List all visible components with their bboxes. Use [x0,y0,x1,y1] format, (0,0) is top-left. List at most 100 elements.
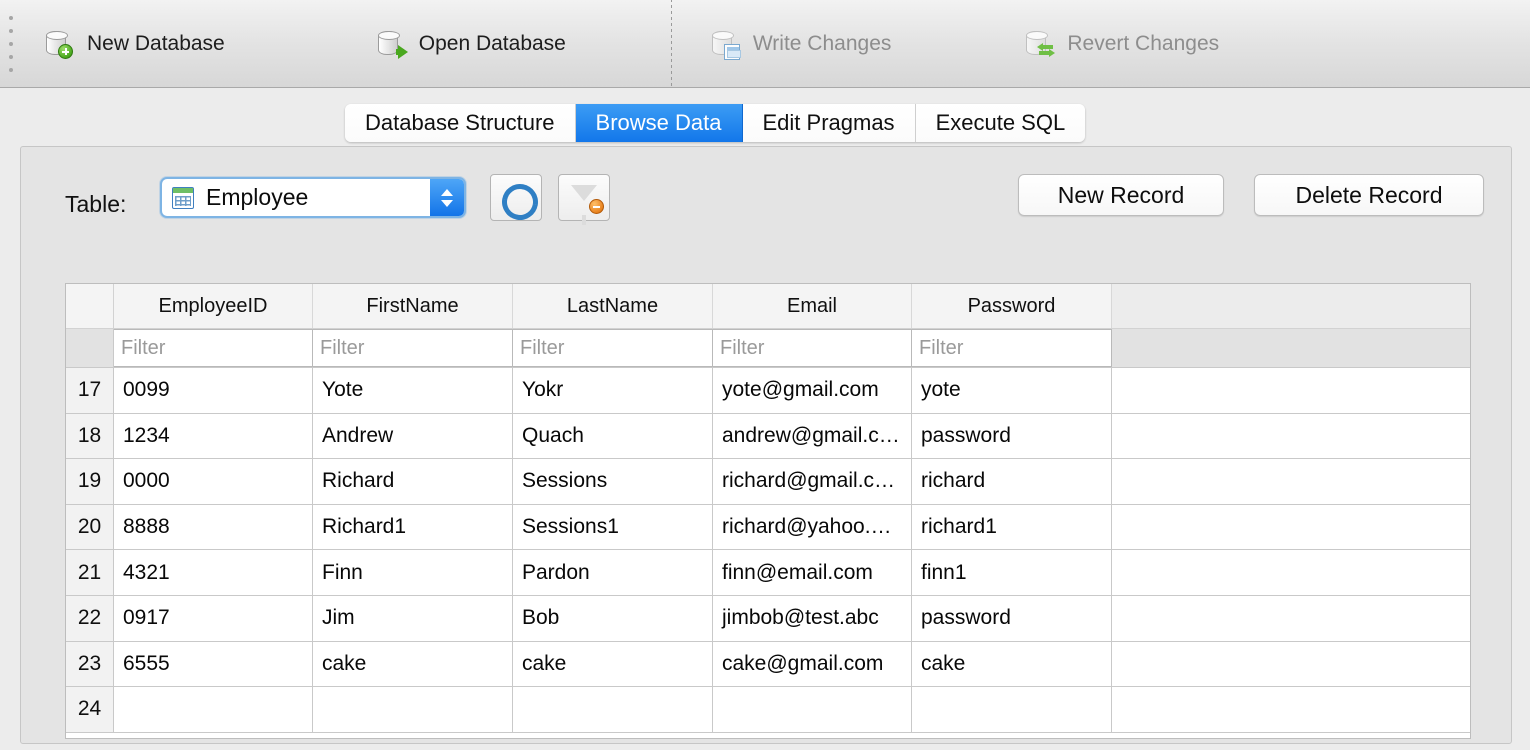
table-cell-lastname[interactable] [513,687,713,732]
table-row[interactable]: 21 4321 Finn Pardon finn@email.com finn1 [66,550,1470,596]
table-cell-email[interactable]: finn@email.com [713,550,912,595]
table-row[interactable]: 22 0917 Jim Bob jimbob@test.abc password [66,595,1470,642]
column-header-password[interactable]: Password [912,284,1112,328]
table-cell-firstname[interactable]: Yote [313,368,513,413]
table-row[interactable]: 23 6555 cake cake cake@gmail.com cake [66,641,1470,688]
open-database-button[interactable]: Open Database [368,0,572,88]
table-row[interactable]: 18 1234 Andrew Quach andrew@gmail.c… password [66,413,1470,460]
table-cell-employeeid[interactable]: 0000 [114,459,313,504]
table-row[interactable]: 19 0000 Richard Sessions richard@gmail.c… ric… [66,459,1470,505]
table-cell-email[interactable]: richard@yahoo.… [713,504,912,550]
open-database-icon [374,27,408,61]
table-cell-password[interactable]: richard1 [912,504,1112,550]
table-cell-lastname[interactable]: Sessions1 [513,504,713,550]
revert-changes-button[interactable]: Revert Changes [1016,0,1225,88]
table-cell-firstname[interactable]: Richard [313,459,513,504]
table-cell-email[interactable]: andrew@gmail.c… [713,413,912,459]
table-cell-password[interactable]: richard [912,459,1112,504]
toolbar-drag-handle[interactable] [0,0,22,88]
new-record-button[interactable]: New Record [1018,174,1224,216]
table-cell-employeeid[interactable]: 1234 [114,413,313,459]
table-cell-employeeid[interactable]: 4321 [114,550,313,595]
grip-dot [9,67,13,72]
tab-browse-data[interactable]: Browse Data [575,104,743,142]
filter-cell-firstname[interactable] [313,329,513,367]
new-database-button[interactable]: New Database [36,0,231,88]
new-database-icon [42,27,76,61]
table-label: Table: [65,191,127,217]
column-header-firstname[interactable]: FirstName [313,284,513,328]
table-cell-password[interactable]: finn1 [912,550,1112,595]
filter-cell-email[interactable] [713,329,912,367]
grip-dot [9,54,13,59]
table-cell-password[interactable]: password [912,413,1112,459]
tab-execute-sql[interactable]: Execute SQL [915,104,1086,142]
column-header-email[interactable]: Email [713,284,912,328]
table-row[interactable]: 24 [66,687,1470,733]
filter-input-password[interactable] [912,330,1111,366]
table-cell-firstname[interactable]: Andrew [313,413,513,459]
table-row[interactable]: 17 0099 Yote Yokr yote@gmail.com yote [66,368,1470,414]
table-cell-lastname[interactable]: Quach [513,413,713,459]
table-cell-email[interactable]: jimbob@test.abc [713,595,912,641]
row-number[interactable]: 23 [66,641,114,687]
filter-cell-employeeid[interactable] [114,329,313,367]
column-header-employeeid[interactable]: EmployeeID [114,284,313,328]
table-cell-lastname[interactable]: Bob [513,595,713,641]
table-cell-lastname[interactable]: Yokr [513,368,713,413]
delete-record-button[interactable]: Delete Record [1254,174,1484,216]
row-filler [1112,550,1470,595]
table-cell-firstname[interactable]: cake [313,641,513,687]
filter-input-email[interactable] [713,330,911,366]
table-selector-row: Table: Employee New Record Delete Record [21,147,1511,257]
tab-edit-pragmas[interactable]: Edit Pragmas [742,104,916,142]
table-cell-password[interactable]: yote [912,368,1112,413]
table-cell-employeeid[interactable]: 0099 [114,368,313,413]
column-header-lastname[interactable]: LastName [513,284,713,328]
table-cell-employeeid[interactable] [114,687,313,732]
table-cell-lastname[interactable]: cake [513,641,713,687]
filter-cell-password[interactable] [912,329,1112,367]
table-cell-firstname[interactable]: Richard1 [313,504,513,550]
grid-body: 17 0099 Yote Yokr yote@gmail.com yote 18 1234 An… [66,368,1470,733]
table-row[interactable]: 20 8888 Richard1 Sessions1 richard@yahoo.… ri… [66,504,1470,551]
main-toolbar: New Database Open Database Write Changes… [0,0,1530,88]
table-cell-email[interactable] [713,687,912,732]
filter-cell-lastname[interactable] [513,329,713,367]
filter-input-employeeid[interactable] [114,330,312,366]
table-cell-email[interactable]: richard@gmail.c… [713,459,912,504]
refresh-button[interactable] [490,174,542,221]
table-cell-employeeid[interactable]: 0917 [114,595,313,641]
grid-corner-cell [66,284,114,328]
row-filler [1112,687,1470,732]
table-cell-employeeid[interactable]: 8888 [114,504,313,550]
write-changes-button[interactable]: Write Changes [702,0,898,88]
table-cell-password[interactable] [912,687,1112,732]
row-filler [1112,413,1470,459]
table-cell-firstname[interactable]: Finn [313,550,513,595]
row-number[interactable]: 22 [66,595,114,641]
table-cell-email[interactable]: cake@gmail.com [713,641,912,687]
row-number[interactable]: 20 [66,504,114,550]
table-select[interactable]: Employee [160,177,466,218]
tab-database-structure[interactable]: Database Structure [345,104,576,142]
table-select-stepper[interactable] [430,179,464,216]
table-cell-password[interactable]: cake [912,641,1112,687]
filter-input-firstname[interactable] [313,330,512,366]
revert-changes-label: Revert Changes [1067,31,1220,55]
row-number[interactable]: 18 [66,413,114,459]
row-number[interactable]: 21 [66,550,114,595]
filter-input-lastname[interactable] [513,330,712,366]
table-cell-lastname[interactable]: Sessions [513,459,713,504]
table-cell-firstname[interactable]: Jim [313,595,513,641]
table-cell-firstname[interactable] [313,687,513,732]
row-number[interactable]: 19 [66,459,114,504]
row-number[interactable]: 17 [66,368,114,413]
table-cell-password[interactable]: password [912,595,1112,641]
clear-filter-button[interactable] [558,174,610,225]
table-cell-lastname[interactable]: Pardon [513,550,713,595]
row-number[interactable]: 24 [66,687,114,732]
table-cell-employeeid[interactable]: 6555 [114,641,313,687]
grip-dot [9,41,13,46]
table-cell-email[interactable]: yote@gmail.com [713,368,912,413]
